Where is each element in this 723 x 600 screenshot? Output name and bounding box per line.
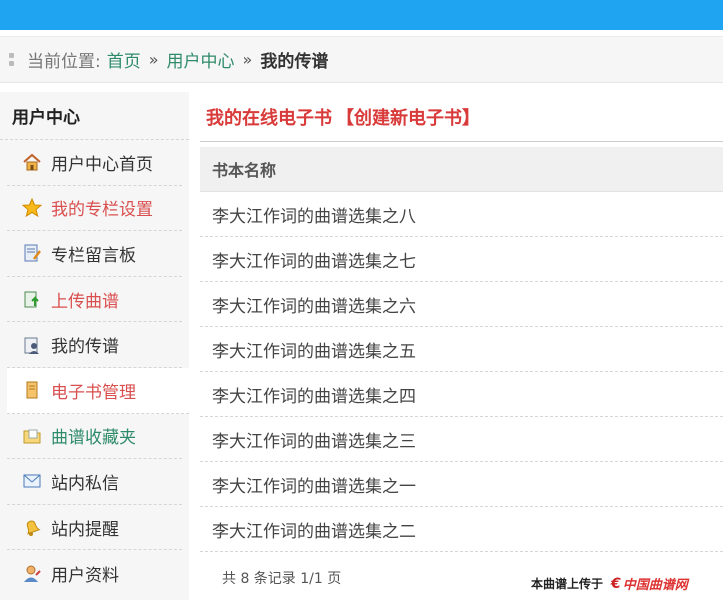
star-icon [21, 197, 43, 219]
ebook-link[interactable]: 李大江作词的曲谱选集之三 [212, 427, 416, 452]
table-row[interactable]: 李大江作词的曲谱选集之三 [200, 417, 723, 462]
sidebar-item-column-settings[interactable]: 我的专栏设置 [7, 186, 182, 232]
sidebar-item-label: 用户中心首页 [51, 154, 153, 175]
table-row[interactable]: 李大江作词的曲谱选集之六 [200, 282, 723, 327]
page-title: 我的在线电子书 [206, 107, 332, 129]
create-ebook-link[interactable]: 【创建新电子书】 [336, 104, 480, 130]
logo-mark-icon: € [611, 575, 621, 592]
logo-text: 中国曲谱网 [622, 578, 688, 593]
table-row[interactable]: 李大江作词的曲谱选集之二 [200, 507, 723, 552]
user-doc-icon [21, 334, 43, 356]
sidebar-item-label: 我的专栏设置 [51, 200, 153, 221]
sidebar-item-private-message[interactable]: 站内私信 [7, 459, 182, 505]
sidebar-item-label: 站内提醒 [51, 519, 119, 540]
site-logo: € 中国曲谱网 [611, 574, 688, 594]
home-icon [21, 151, 43, 173]
upload-icon [21, 288, 43, 310]
sidebar-item-profile[interactable]: 用户资料 [7, 550, 182, 596]
sidebar-item-message-board[interactable]: 专栏留言板 [7, 231, 182, 277]
sidebar-item-label: 曲谱收藏夹 [51, 428, 136, 449]
bell-icon [21, 516, 43, 538]
sidebar-item-favorites[interactable]: 曲谱收藏夹 [7, 414, 182, 460]
breadcrumb-separator: » [148, 50, 159, 69]
upload-credit: 本曲谱上传于 € 中国曲谱网 [531, 574, 688, 594]
note-icon [21, 242, 43, 264]
breadcrumb-user-center-link[interactable]: 用户中心 [167, 47, 235, 72]
sidebar-item-label: 我的传谱 [51, 337, 119, 358]
mail-icon [21, 470, 43, 492]
upload-credit-text: 本曲谱上传于 [531, 577, 604, 591]
sidebar-item-ebook-manage[interactable]: 电子书管理 [7, 367, 189, 414]
breadcrumb-home-link[interactable]: 首页 [107, 47, 141, 72]
breadcrumb-separator: » [242, 50, 253, 69]
table-row[interactable]: 李大江作词的曲谱选集之八 [200, 192, 723, 237]
sidebar-item-my-scores[interactable]: 我的传谱 [7, 322, 182, 368]
sidebar: 用户中心 用户中心首页 我的专栏设置 专栏留言板 上传曲谱 我的传谱 电子书管理… [0, 92, 189, 600]
ebook-link[interactable]: 李大江作词的曲谱选集之四 [212, 382, 416, 407]
table-row[interactable]: 李大江作词的曲谱选集之一 [200, 462, 723, 507]
sidebar-title: 用户中心 [0, 92, 189, 140]
profile-icon [21, 562, 43, 584]
ebook-link[interactable]: 李大江作词的曲谱选集之八 [212, 202, 416, 227]
ebook-link[interactable]: 李大江作词的曲谱选集之五 [212, 337, 416, 362]
breadcrumb-label: 当前位置: [27, 52, 101, 72]
sidebar-item-upload-score[interactable]: 上传曲谱 [7, 277, 182, 323]
folder-icon [21, 425, 43, 447]
sidebar-item-label: 专栏留言板 [51, 245, 136, 266]
table-header-book-name: 书本名称 [200, 147, 723, 192]
sidebar-item-label: 上传曲谱 [51, 291, 119, 312]
breadcrumb-dots-icon [9, 53, 17, 66]
main-panel: 我的在线电子书 【创建新电子书】 书本名称 李大江作词的曲谱选集之八 李大江作词… [200, 92, 723, 593]
ebook-table: 书本名称 李大江作词的曲谱选集之八 李大江作词的曲谱选集之七 李大江作词的曲谱选… [200, 147, 723, 552]
breadcrumb-current: 我的传谱 [260, 52, 329, 72]
breadcrumb: 当前位置: 首页 » 用户中心 » 我的传谱 [0, 36, 723, 83]
ebook-link[interactable]: 李大江作词的曲谱选集之二 [212, 517, 416, 542]
ebook-link[interactable]: 李大江作词的曲谱选集之六 [212, 292, 416, 317]
ebook-link[interactable]: 李大江作词的曲谱选集之一 [212, 472, 416, 497]
page-title-bar: 我的在线电子书 【创建新电子书】 [200, 92, 723, 142]
top-banner [0, 0, 723, 30]
table-row[interactable]: 李大江作词的曲谱选集之四 [200, 372, 723, 417]
sidebar-item-reminders[interactable]: 站内提醒 [7, 505, 182, 551]
sidebar-item-label: 用户资料 [51, 565, 119, 586]
sidebar-item-label: 站内私信 [51, 473, 119, 494]
pagination-info: 共 8 条记录 1/1 页 [222, 571, 342, 587]
ebook-link[interactable]: 李大江作词的曲谱选集之七 [212, 247, 416, 272]
sidebar-item-label: 电子书管理 [51, 382, 136, 403]
table-row[interactable]: 李大江作词的曲谱选集之七 [200, 237, 723, 282]
table-row[interactable]: 李大江作词的曲谱选集之五 [200, 327, 723, 372]
sidebar-item-home[interactable]: 用户中心首页 [7, 140, 182, 186]
book-icon [21, 379, 43, 401]
